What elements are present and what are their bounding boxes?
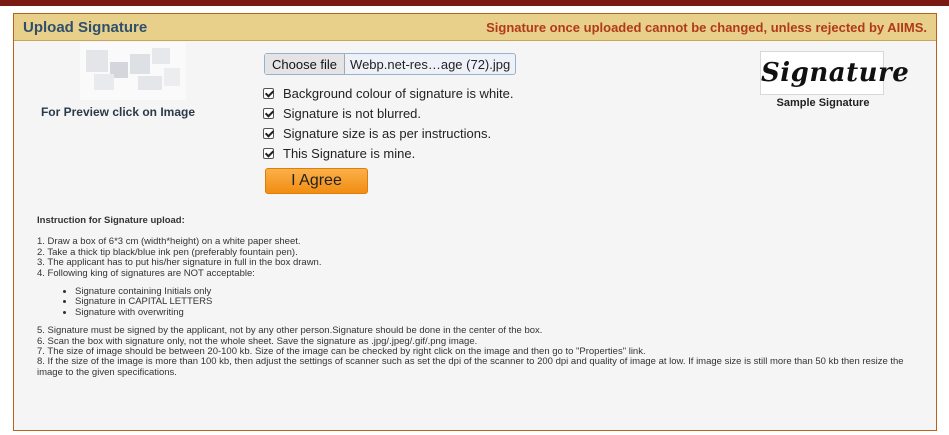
checkbox-not-blurred[interactable] [263,107,274,119]
check-label: Background colour of signature is white. [283,85,514,101]
upload-instructions: Instruction for Signature upload: 1. Dra… [37,215,922,378]
upload-warning-note: Signature once uploaded cannot be change… [486,19,927,35]
check-row-size-ok[interactable]: Signature size is as per instructions. [263,123,514,143]
i-agree-button[interactable]: I Agree [265,168,368,194]
instruction-line: 4. Following king of signatures are NOT … [37,267,255,279]
top-border [0,0,949,6]
checkbox-signature-mine[interactable] [263,147,274,159]
instruction-line: 8. If the size of the image is more than… [37,356,904,378]
confirmation-checklist: Background colour of signature is white.… [263,83,514,163]
preview-hint: For Preview click on Image [40,105,196,119]
panel-header: Upload Signature Signature once uploaded… [14,14,936,41]
upload-signature-panel: Upload Signature Signature once uploaded… [13,13,937,431]
check-row-signature-mine[interactable]: This Signature is mine. [263,143,514,163]
choose-file-button[interactable]: Choose file [265,54,346,74]
panel-title: Upload Signature [23,18,148,36]
file-input[interactable]: Choose file Webp.net-res…age (72).jpg [264,53,517,75]
checkbox-size-ok[interactable] [263,127,274,139]
selected-file-name: Webp.net-res…age (72).jpg [350,56,511,72]
sample-signature-image: Signature [760,51,909,95]
instructions-title: Instruction for Signature upload: [37,215,185,226]
list-item: Signature in CAPITAL LETTERS [75,297,922,308]
checkbox-background-white[interactable] [263,87,274,99]
check-label: Signature size is as per instructions. [283,125,492,141]
check-label: This Signature is mine. [283,145,416,161]
check-row-not-blurred[interactable]: Signature is not blurred. [263,103,514,123]
signature-preview-image[interactable] [80,42,186,100]
sample-signature-label: Sample Signature [776,97,870,109]
check-row-background-white[interactable]: Background colour of signature is white. [263,83,514,103]
unacceptable-signatures-list: Signature containing Initials only Signa… [37,286,922,318]
list-item: Signature with overwriting [75,307,922,318]
check-label: Signature is not blurred. [283,105,422,121]
